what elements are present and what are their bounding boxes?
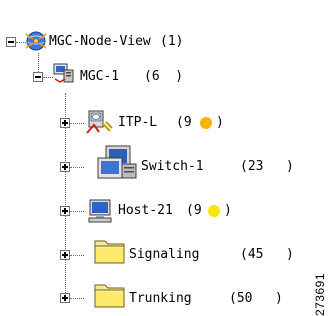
- network-globe-icon: [25, 31, 47, 51]
- node-count: (1): [160, 34, 184, 49]
- tree-connector: [70, 123, 84, 124]
- signaling-gateway-icon: [86, 110, 113, 134]
- expand-toggle[interactable]: [60, 162, 70, 172]
- collapse-toggle[interactable]: [33, 72, 43, 82]
- node-count: (45: [240, 247, 264, 262]
- status-indicator: [200, 117, 212, 129]
- folder-icon: [94, 284, 125, 308]
- collapse-toggle[interactable]: [6, 37, 16, 47]
- node-count: (23: [240, 159, 264, 174]
- tree-connector: [70, 255, 84, 256]
- expand-toggle[interactable]: [60, 118, 70, 128]
- node-count-close: ): [275, 291, 283, 306]
- node-label[interactable]: ITP-L: [118, 115, 157, 131]
- node-count: (6 ): [144, 69, 184, 84]
- node-count-close: ): [286, 247, 294, 262]
- host-computer-icon: [88, 199, 112, 223]
- node-count-close: ): [216, 115, 224, 130]
- node-label[interactable]: Host-21: [118, 203, 173, 219]
- expand-toggle[interactable]: [60, 250, 70, 260]
- node-label[interactable]: MGC-Node-View: [49, 34, 151, 50]
- node-tree: MGC-Node-View (1) MGC-1 (6 ) ITP-L (9 ): [0, 0, 331, 316]
- node-label[interactable]: Signaling: [129, 247, 199, 263]
- tree-connector: [70, 211, 84, 212]
- folder-icon: [94, 240, 125, 264]
- status-indicator: [208, 205, 220, 217]
- node-count-close: ): [224, 203, 232, 218]
- expand-toggle[interactable]: [60, 206, 70, 216]
- tree-connector: [70, 298, 84, 299]
- tree-connector: [70, 167, 84, 168]
- node-label[interactable]: Switch-1: [141, 159, 204, 175]
- node-label[interactable]: MGC-1: [80, 69, 119, 85]
- expand-toggle[interactable]: [60, 293, 70, 303]
- node-count: (50: [229, 291, 253, 306]
- node-label[interactable]: Trunking: [129, 291, 192, 307]
- node-count: (9: [186, 203, 202, 218]
- node-count: (9: [176, 115, 192, 130]
- node-count-close: ): [286, 159, 294, 174]
- server-node-icon: [53, 63, 74, 83]
- switch-computer-icon: [97, 145, 137, 179]
- figure-id: 273691: [313, 272, 327, 316]
